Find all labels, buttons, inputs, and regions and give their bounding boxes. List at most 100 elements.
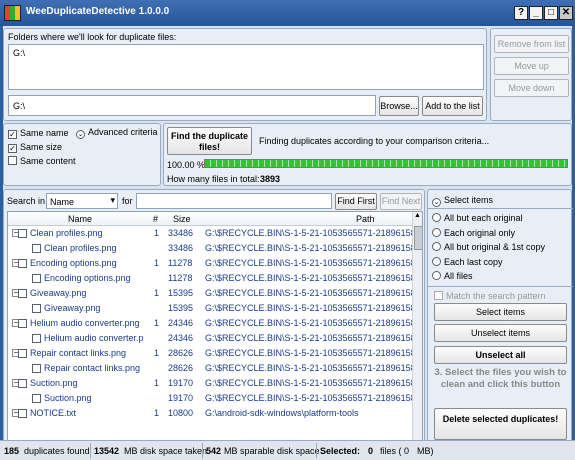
table-row[interactable]: − Encoding options.png 1 11278 G:\$RECYCLE.B…: [8, 256, 418, 271]
folders-list[interactable]: G:\: [8, 44, 484, 90]
search-input[interactable]: [136, 193, 332, 209]
status-bar: 185 duplicates found 13542 MB disk space…: [0, 440, 575, 460]
table-row[interactable]: Giveaway.png 15395 G:\$RECYCLE.BIN\S-1-5-2…: [8, 301, 418, 316]
table-row[interactable]: − Helium audio converter.png 1 24346 G:\$REC…: [8, 316, 418, 331]
radio-icon: [432, 213, 441, 222]
select-items-button[interactable]: Select items: [434, 303, 567, 321]
table-header: Name # Size Path: [8, 212, 412, 226]
file-name: NOTICE.txt: [30, 408, 77, 418]
vertical-scrollbar[interactable]: ▲ ▼: [412, 212, 422, 456]
table-row[interactable]: Repair contact links.png 28626 G:\$RECYCLE…: [8, 361, 418, 376]
delete-duplicates-button[interactable]: Delete selected duplicates!: [434, 408, 567, 440]
file-path: G:\$RECYCLE.BIN\S-1-5-21-1053565571-2189…: [205, 318, 418, 328]
add-to-list-button[interactable]: Add to the list: [422, 96, 483, 116]
maximize-button[interactable]: □: [544, 6, 558, 20]
column-header-path[interactable]: Path: [356, 214, 375, 224]
row-checkbox[interactable]: [18, 409, 27, 418]
file-path: G:\$RECYCLE.BIN\S-1-5-21-1053565571-2189…: [205, 363, 418, 373]
table-row[interactable]: Helium audio converter.p 24346 G:\$RECYCLE…: [8, 331, 418, 346]
criteria-panel: ✓ Same name ✓ Same size Same content ⌄ Adva…: [3, 123, 161, 186]
advanced-criteria-toggle[interactable]: ⌄ Advanced criteria: [76, 127, 158, 139]
find-duplicates-button[interactable]: Find the duplicate files!: [167, 127, 252, 155]
row-checkbox[interactable]: [18, 229, 27, 238]
title-bar: WeeDuplicateDetective 1.0.0.0 ? _ □ ✕: [0, 0, 575, 26]
find-next-button[interactable]: Find Next: [380, 193, 422, 210]
same-size-checkbox[interactable]: ✓ Same size: [8, 142, 62, 153]
find-first-button[interactable]: Find First: [335, 193, 377, 210]
selection-option[interactable]: All files: [432, 271, 473, 281]
row-checkbox[interactable]: [18, 379, 27, 388]
selection-option[interactable]: Each original only: [432, 227, 515, 238]
file-size: 11278: [168, 273, 193, 283]
file-count: 1: [154, 228, 160, 238]
delete-hint: 3. Select the files you wish to clean an…: [434, 367, 567, 390]
row-checkbox[interactable]: [32, 274, 41, 283]
table-row[interactable]: Encoding options.png 11278 G:\$RECYCLE.BIN…: [8, 271, 418, 286]
folder-list-item[interactable]: G:\: [13, 48, 25, 58]
same-name-checkbox[interactable]: ✓ Same name: [8, 128, 69, 139]
close-button[interactable]: ✕: [559, 6, 573, 20]
unselect-items-button[interactable]: Unselect items: [434, 324, 567, 342]
selection-option[interactable]: Each last copy: [432, 256, 503, 267]
file-path: G:\$RECYCLE.BIN\S-1-5-21-1053565571-2189…: [205, 228, 418, 238]
file-name: Encoding options.png: [44, 273, 131, 283]
remove-from-list-button[interactable]: Remove from list: [494, 35, 569, 53]
file-size: 15395: [168, 303, 194, 313]
file-size: 28626: [168, 363, 194, 373]
file-name: Repair contact links.png: [44, 363, 141, 373]
table-row[interactable]: Suction.png 19170 G:\$RECYCLE.BIN\S-1-5-21…: [8, 391, 418, 406]
match-search-checkbox[interactable]: Match the search pattern: [434, 291, 546, 301]
file-name: Repair contact links.png: [30, 348, 127, 358]
row-checkbox[interactable]: [18, 289, 27, 298]
selection-option[interactable]: All but each original: [432, 213, 523, 223]
row-checkbox[interactable]: [32, 364, 41, 373]
folders-label: Folders where we'll look for duplicate f…: [8, 32, 177, 42]
minimize-button[interactable]: _: [529, 6, 543, 20]
file-path: G:\android-sdk-windows\platform-tools: [205, 408, 359, 418]
table-row[interactable]: Clean profiles.png 33486 G:\$RECYCLE.BIN\S…: [8, 241, 418, 256]
table-row[interactable]: − NOTICE.txt 1 10800 G:\android-sdk-windows\…: [8, 406, 418, 421]
row-checkbox[interactable]: [32, 244, 41, 253]
unselect-all-button[interactable]: Unselect all: [434, 346, 567, 364]
results-panel: Search in Name ▾ for Find First Find Nex…: [3, 189, 425, 459]
row-checkbox[interactable]: [32, 304, 41, 313]
row-checkbox[interactable]: [32, 394, 41, 403]
radio-icon: [432, 227, 441, 237]
move-up-button[interactable]: Move up: [494, 57, 569, 75]
table-row[interactable]: − Clean profiles.png 1 33486 G:\$RECYCLE.BIN…: [8, 226, 418, 241]
file-name: Clean profiles.png: [44, 243, 117, 253]
selected-files-label: files ( 0: [380, 446, 410, 456]
same-content-checkbox[interactable]: Same content: [8, 156, 76, 166]
row-checkbox[interactable]: [18, 319, 27, 328]
move-down-button[interactable]: Move down: [494, 79, 569, 97]
table-row[interactable]: − Giveaway.png 1 15395 G:\$RECYCLE.BIN\S-1-5…: [8, 286, 418, 301]
file-size: 28626: [168, 348, 194, 358]
file-size: 11278: [168, 258, 193, 268]
progress-percent: 100.00 %: [167, 160, 206, 170]
file-name: Clean profiles.png: [30, 228, 103, 238]
file-size: 10800: [168, 408, 194, 418]
results-table[interactable]: Name # Size Path − Clean profiles.png 1 334…: [7, 211, 423, 457]
scroll-up-icon[interactable]: ▲: [414, 212, 421, 219]
row-checkbox[interactable]: [18, 349, 27, 358]
column-header-name[interactable]: Name: [68, 214, 92, 224]
search-field-select[interactable]: Name ▾: [46, 193, 118, 209]
table-row[interactable]: − Suction.png 1 19170 G:\$RECYCLE.BIN\S-1-5-…: [8, 376, 418, 391]
column-header-count[interactable]: #: [153, 214, 158, 224]
select-items-toggle[interactable]: ⌄ Select items: [432, 195, 493, 207]
file-path: G:\$RECYCLE.BIN\S-1-5-21-1053565571-2189…: [205, 273, 418, 283]
table-body: − Clean profiles.png 1 33486 G:\$RECYCLE.BIN…: [8, 226, 418, 456]
file-count: 1: [154, 408, 160, 418]
file-count: 1: [154, 288, 160, 298]
row-checkbox[interactable]: [32, 334, 41, 343]
scrollbar-thumb[interactable]: [414, 226, 422, 250]
column-header-size[interactable]: Size: [173, 214, 191, 224]
help-button[interactable]: ?: [514, 6, 528, 20]
browse-button[interactable]: Browse...: [379, 96, 419, 116]
folder-path-input[interactable]: G:\: [8, 95, 376, 116]
row-checkbox[interactable]: [18, 259, 27, 268]
table-row[interactable]: − Repair contact links.png 1 28626 G:\$RECYC…: [8, 346, 418, 361]
selection-option[interactable]: All but original & 1st copy: [432, 242, 545, 252]
chevron-down-icon: ▾: [110, 195, 115, 205]
selection-options: All but each original Each original only A…: [432, 213, 570, 288]
